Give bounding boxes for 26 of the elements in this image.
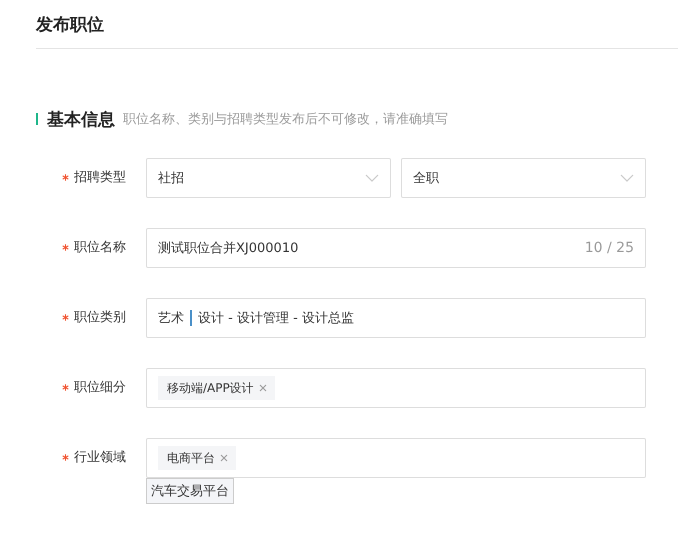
input-field[interactable]: 测试职位合并XJ000010 10 / 25 [146,228,646,268]
category-path: 设计 - 设计管理 - 设计总监 [198,310,354,327]
tag-field[interactable]: 电商平台 [146,438,646,478]
separator-bar [190,310,192,326]
page-title: 发布职位 [36,14,104,36]
field-label: 职位名称 [74,239,126,257]
section-hint: 职位名称、类别与招聘类型发布后不可修改，请准确填写 [123,111,448,128]
section-marker [36,113,38,125]
chevron-down-icon [620,174,634,182]
category-field[interactable]: 艺术 设计 - 设计管理 - 设计总监 [146,298,646,338]
field-label: 行业领域 [74,449,126,467]
close-icon[interactable] [258,384,267,392]
select-field[interactable]: 全职 [401,158,646,198]
tag: 移动端/APP设计 [158,376,275,400]
char-counter: 10 / 25 [584,240,634,256]
close-icon[interactable] [220,454,228,462]
tag: 电商平台 [158,446,236,470]
chevron-down-icon [365,174,379,182]
category-main: 艺术 [158,310,184,327]
select-field[interactable]: 社招 [146,158,391,198]
tag-field[interactable]: 移动端/APP设计 [146,368,646,408]
field-label: 招聘类型 [74,169,126,187]
section-title: 基本信息 [47,108,115,130]
suggestion-chip[interactable]: 汽车交易平台 [146,478,234,504]
field-label: 职位细分 [74,379,126,397]
field-label: 职位类别 [74,309,126,327]
